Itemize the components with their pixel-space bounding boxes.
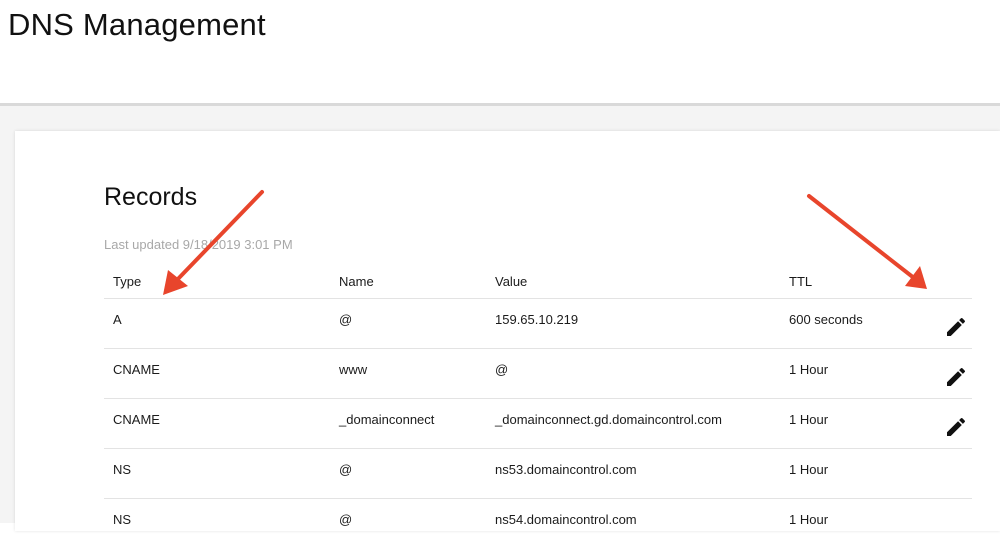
- records-header: Type Name Value TTL: [104, 264, 972, 299]
- edit-record-button[interactable]: [944, 365, 968, 389]
- column-header-value: Value: [495, 274, 528, 289]
- record-value: ns54.domaincontrol.com: [495, 512, 637, 527]
- record-name: _domainconnect: [339, 412, 435, 427]
- record-row: CNAME _domainconnect _domainconnect.gd.d…: [104, 399, 972, 449]
- column-header-type: Type: [113, 274, 142, 289]
- records-table: Type Name Value TTL A @ 159.65.10.219 60…: [104, 264, 972, 548]
- record-ttl: 1 Hour: [789, 362, 829, 377]
- record-type: CNAME: [113, 412, 160, 427]
- record-row: CNAME www @ 1 Hour: [104, 349, 972, 399]
- record-type: NS: [113, 462, 132, 477]
- pencil-icon: [947, 417, 966, 436]
- column-header-name: Name: [339, 274, 374, 289]
- record-row: NS @ ns53.domaincontrol.com 1 Hour: [104, 449, 972, 499]
- record-value: 159.65.10.219: [495, 312, 579, 327]
- record-value: ns53.domaincontrol.com: [495, 462, 637, 477]
- edit-record-button[interactable]: [944, 315, 968, 339]
- last-updated-text: Last updated 9/18/2019 3:01 PM: [104, 237, 293, 252]
- records-title: Records: [104, 183, 198, 211]
- page-title: DNS Management: [8, 7, 266, 42]
- pencil-icon: [947, 367, 966, 386]
- record-name: @: [339, 312, 353, 327]
- record-ttl: 1 Hour: [789, 412, 829, 427]
- record-name: @: [339, 462, 353, 477]
- record-row: A @ 159.65.10.219 600 seconds: [104, 299, 972, 349]
- record-ttl: 1 Hour: [789, 512, 829, 527]
- record-ttl: 1 Hour: [789, 462, 829, 477]
- record-ttl: 600 seconds: [789, 312, 863, 327]
- record-name: @: [339, 512, 353, 527]
- record-type: A: [113, 312, 122, 327]
- pencil-icon: [947, 317, 966, 336]
- edit-record-button[interactable]: [944, 415, 968, 439]
- record-name: www: [339, 362, 368, 377]
- record-type: NS: [113, 512, 132, 527]
- record-type: CNAME: [113, 362, 160, 377]
- column-header-ttl: TTL: [789, 274, 813, 289]
- record-value: _domainconnect.gd.domaincontrol.com: [495, 412, 722, 427]
- record-value: @: [495, 362, 509, 377]
- record-row: NS @ ns54.domaincontrol.com 1 Hour: [104, 499, 972, 548]
